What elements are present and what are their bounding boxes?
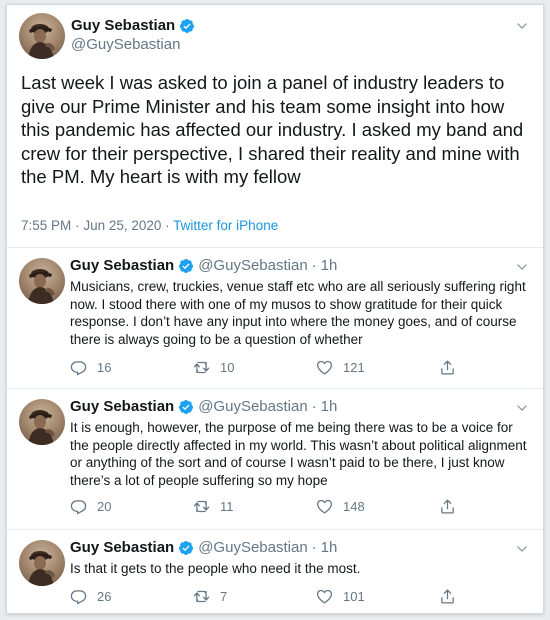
share-button[interactable] (439, 498, 456, 515)
retweet-icon (193, 359, 210, 376)
chevron-down-icon[interactable] (515, 542, 529, 556)
avatar[interactable] (19, 540, 65, 586)
retweet-button[interactable]: 11 (193, 498, 316, 515)
avatar-image (19, 540, 65, 586)
like-count: 121 (343, 360, 365, 375)
verified-badge-icon (178, 399, 194, 415)
meta-separator: · (165, 218, 170, 233)
tweet-time[interactable]: 1h (321, 398, 338, 415)
reply-count: 26 (97, 589, 112, 604)
tweet-meta: 7:55 PM · Jun 25, 2020 · Twitter for iPh… (21, 218, 278, 233)
tweet-time[interactable]: 1h (321, 539, 338, 556)
reply-icon (70, 359, 87, 376)
share-icon (439, 498, 456, 515)
tweet-time[interactable]: 1h (321, 257, 338, 274)
like-count: 101 (343, 589, 365, 604)
meta-separator: · (75, 218, 80, 233)
tweet-thread: Guy Sebastian @GuySebastian Last week I … (6, 4, 544, 614)
heart-icon (316, 359, 333, 376)
meta-separator: · (311, 257, 317, 274)
reply-icon (70, 498, 87, 515)
tweet-text: Is that it gets to the people who need i… (70, 561, 361, 576)
verified-badge-icon (179, 18, 195, 34)
heart-icon (316, 498, 333, 515)
reply-tweet[interactable]: Guy Sebastian @GuySebastian · 1h Is that… (7, 530, 543, 614)
avatar[interactable] (19, 13, 65, 59)
tweet-source-link[interactable]: Twitter for iPhone (173, 218, 278, 233)
avatar-image (19, 13, 65, 59)
like-button[interactable]: 121 (316, 359, 439, 376)
like-button[interactable]: 148 (316, 498, 439, 515)
display-name[interactable]: Guy Sebastian (70, 398, 174, 415)
avatar[interactable] (19, 399, 65, 445)
like-button[interactable]: 101 (316, 588, 439, 605)
tweet-text: Last week I was asked to join a panel of… (21, 72, 524, 187)
avatar[interactable] (19, 258, 65, 304)
tweet-text: Musicians, crew, truckies, venue staff e… (70, 279, 526, 347)
author-row: Guy Sebastian @GuySebastian · 1h (70, 257, 337, 274)
author-row: Guy Sebastian @GuySebastian · 1h (70, 539, 337, 556)
handle[interactable]: @GuySebastian (71, 36, 180, 53)
reply-tweet[interactable]: Guy Sebastian @GuySebastian · 1h Musicia… (7, 248, 543, 389)
reply-count: 20 (97, 499, 112, 514)
share-icon (439, 588, 456, 605)
reply-button[interactable]: 20 (70, 498, 193, 515)
meta-separator: · (311, 398, 317, 415)
meta-separator: · (311, 539, 317, 556)
heart-icon (316, 588, 333, 605)
display-name[interactable]: Guy Sebastian (70, 539, 174, 556)
chevron-down-icon[interactable] (515, 401, 529, 415)
handle[interactable]: @GuySebastian (198, 398, 307, 415)
handle[interactable]: @GuySebastian (198, 257, 307, 274)
like-count: 148 (343, 499, 365, 514)
share-button[interactable] (439, 359, 456, 376)
retweet-count: 10 (220, 360, 235, 375)
action-bar: 20 11 148 (70, 498, 456, 515)
tweet-time[interactable]: 7:55 PM (21, 218, 71, 233)
retweet-count: 11 (220, 499, 234, 514)
action-bar: 26 7 101 (70, 588, 456, 605)
retweet-icon (193, 498, 210, 515)
reply-icon (70, 588, 87, 605)
retweet-button[interactable]: 10 (193, 359, 316, 376)
verified-badge-icon (178, 258, 194, 274)
share-button[interactable] (439, 588, 456, 605)
reply-count: 16 (97, 360, 112, 375)
retweet-count: 7 (220, 589, 228, 604)
tweet-date[interactable]: Jun 25, 2020 (83, 218, 161, 233)
reply-tweet[interactable]: Guy Sebastian @GuySebastian · 1h It is e… (7, 389, 543, 530)
reply-button[interactable]: 16 (70, 359, 193, 376)
author-row: Guy Sebastian (71, 17, 195, 34)
reply-button[interactable]: 26 (70, 588, 193, 605)
handle[interactable]: @GuySebastian (198, 539, 307, 556)
chevron-down-icon[interactable] (515, 19, 529, 33)
avatar-image (19, 399, 65, 445)
display-name[interactable]: Guy Sebastian (70, 257, 174, 274)
main-tweet[interactable]: Guy Sebastian @GuySebastian Last week I … (7, 5, 543, 248)
avatar-image (19, 258, 65, 304)
action-bar: 16 10 121 (70, 359, 456, 376)
chevron-down-icon[interactable] (515, 260, 529, 274)
share-icon (439, 359, 456, 376)
author-row: Guy Sebastian @GuySebastian · 1h (70, 398, 337, 415)
retweet-button[interactable]: 7 (193, 588, 316, 605)
retweet-icon (193, 588, 210, 605)
tweet-text: It is enough, however, the purpose of me… (70, 420, 527, 488)
verified-badge-icon (178, 540, 194, 556)
display-name[interactable]: Guy Sebastian (71, 17, 175, 34)
